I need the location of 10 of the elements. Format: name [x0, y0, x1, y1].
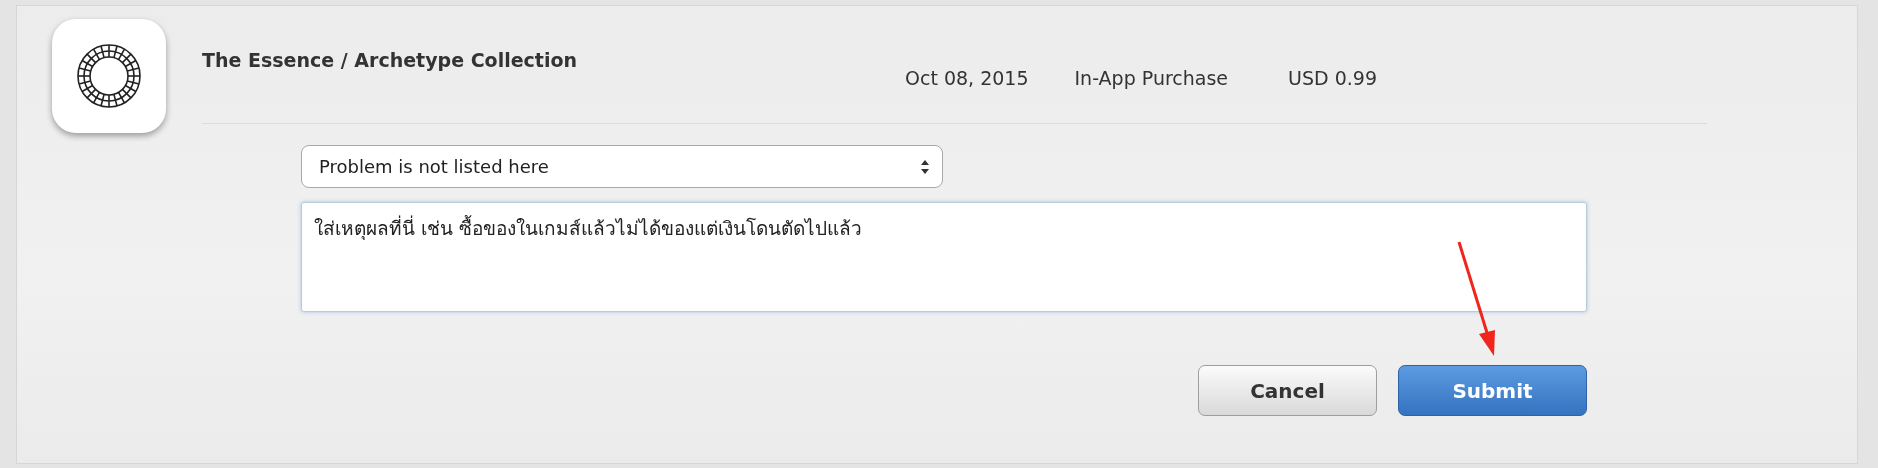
cancel-button[interactable]: Cancel	[1198, 365, 1377, 416]
item-title: The Essence / Archetype Collection	[202, 48, 577, 73]
up-down-arrows-icon	[920, 158, 930, 175]
purchase-price: USD 0.99	[1288, 67, 1377, 91]
problem-dropdown[interactable]: Problem is not listed here	[301, 145, 943, 188]
reason-field[interactable]: ใส่เหตุผลที่นี่ เช่น ซื้อของในเกมส์แล้วไม่ได้ของแต่เงินโดนตัดไปแล้ว	[301, 202, 1587, 312]
purchase-date: Oct 08, 2015	[905, 67, 1029, 91]
ring-logo-icon	[52, 19, 166, 133]
submit-button[interactable]: Submit	[1398, 365, 1587, 416]
purchase-type: In-App Purchase	[1074, 67, 1229, 91]
